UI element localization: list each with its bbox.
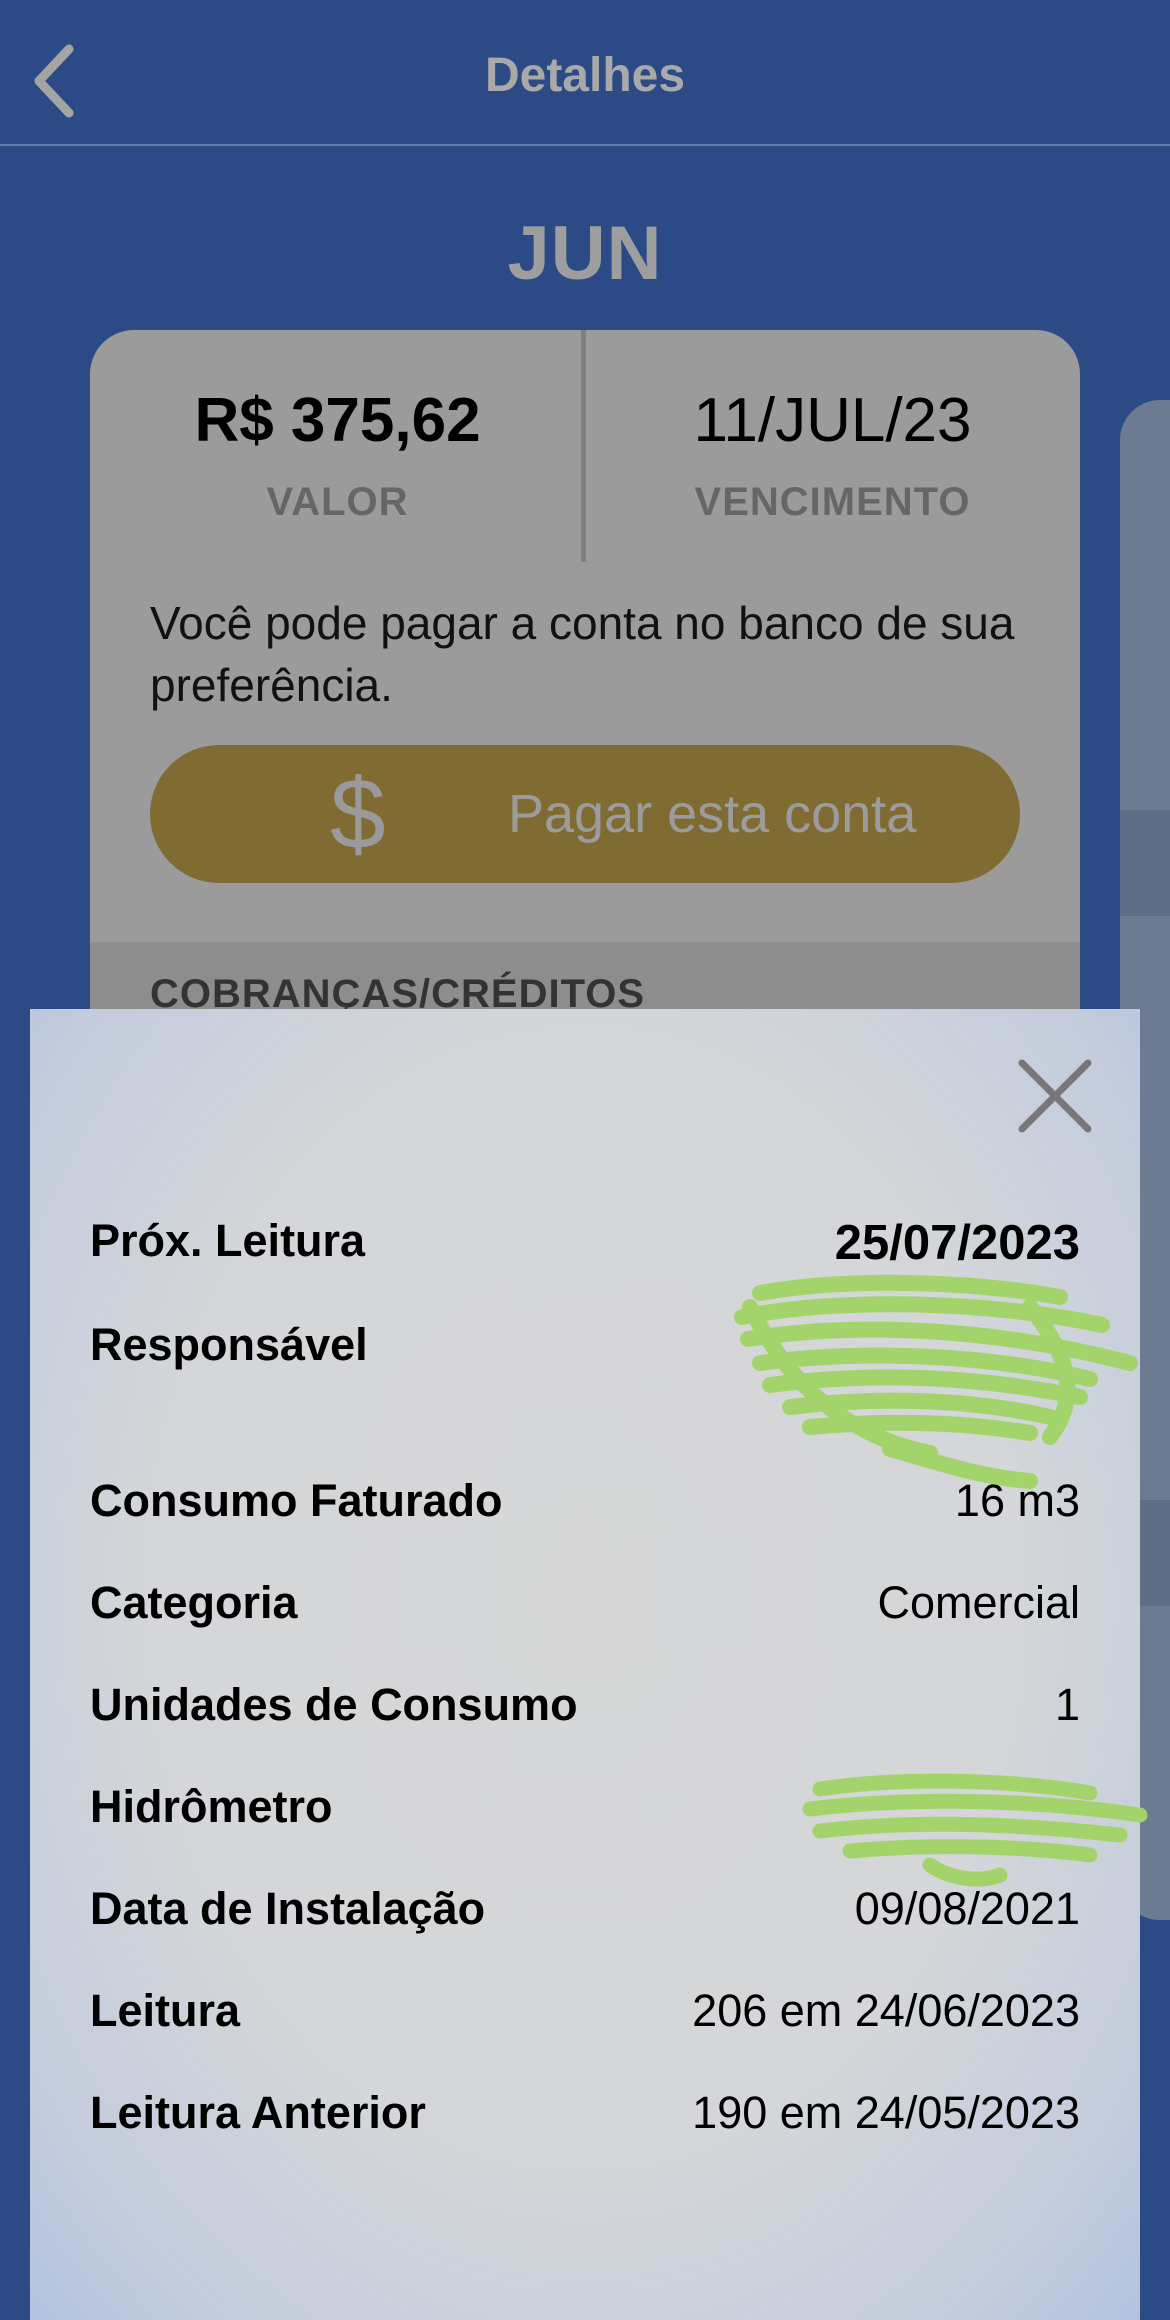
- detail-label: Responsável: [90, 1319, 368, 1370]
- detail-value: 206 em 24/06/2023: [692, 1985, 1080, 2036]
- detail-label: Consumo Faturado: [90, 1475, 503, 1526]
- bill-amount: R$ 375,62: [194, 386, 481, 455]
- detail-row-consumption-units: Unidades de Consumo 1: [90, 1679, 1080, 1739]
- redaction-scribble: [734, 1274, 1138, 1489]
- peek-card-band: [1120, 810, 1170, 916]
- detail-row-category: Categoria Comercial: [90, 1577, 1080, 1637]
- amount-label: VALOR: [266, 480, 409, 524]
- due-date-summary: 11/JUL/23 VENCIMENTO: [585, 390, 1080, 525]
- detail-value: 09/08/2021: [854, 1883, 1080, 1934]
- detail-row-water-meter: Hidrômetro: [90, 1781, 1080, 1841]
- detail-row-next-reading: Próx. Leitura 25/07/2023: [90, 1215, 1080, 1275]
- detail-label: Leitura: [90, 1985, 241, 2036]
- pay-button-label: Pagar esta conta: [508, 784, 917, 844]
- detail-value: 25/07/2023: [834, 1216, 1080, 1270]
- bill-card: R$ 375,62 VALOR 11/JUL/23 VENCIMENTO Voc…: [90, 330, 1080, 1050]
- detail-label: Próx. Leitura: [90, 1215, 366, 1266]
- pay-bill-button[interactable]: $ Pagar esta conta: [150, 745, 1020, 883]
- payment-info-text: Você pode pagar a conta no banco de sua …: [150, 597, 1015, 711]
- amount-summary: R$ 375,62 VALOR: [90, 390, 585, 525]
- detail-row-installation-date: Data de Instalação 09/08/2021: [90, 1883, 1080, 1943]
- detail-row-billed-consumption: Consumo Faturado 16 m3: [90, 1475, 1080, 1535]
- detail-value: Comercial: [877, 1577, 1080, 1628]
- due-date: 11/JUL/23: [693, 386, 972, 455]
- detail-row-reading: Leitura 206 em 24/06/2023: [90, 1985, 1080, 2045]
- detail-label: Leitura Anterior: [90, 2087, 426, 2138]
- page-title: Detalhes: [484, 49, 686, 102]
- navigation-header: Detalhes: [0, 0, 1170, 146]
- month-title: JUN: [507, 211, 663, 296]
- detail-label: Categoria: [90, 1577, 298, 1628]
- detail-label: Data de Instalação: [90, 1883, 486, 1934]
- details-modal: Próx. Leitura 25/07/2023 Responsável Con…: [30, 1009, 1148, 2320]
- detail-value: 1: [1054, 1679, 1080, 1730]
- close-button[interactable]: [1010, 1051, 1100, 1141]
- app-screen: Detalhes JUN R$ 375,62 VALOR 11/JUL/23 V…: [0, 0, 1170, 2320]
- dollar-icon: $: [330, 758, 386, 870]
- detail-row-responsible: Responsável: [90, 1319, 1080, 1379]
- detail-value: 16 m3: [954, 1475, 1080, 1526]
- due-date-label: VENCIMENTO: [694, 480, 971, 524]
- detail-value: 190 em 24/05/2023: [692, 2087, 1080, 2138]
- close-icon: [1018, 1059, 1092, 1133]
- detail-label: Unidades de Consumo: [90, 1679, 578, 1730]
- detail-label: Hidrômetro: [90, 1781, 333, 1832]
- detail-row-previous-reading: Leitura Anterior 190 em 24/05/2023: [90, 2087, 1080, 2147]
